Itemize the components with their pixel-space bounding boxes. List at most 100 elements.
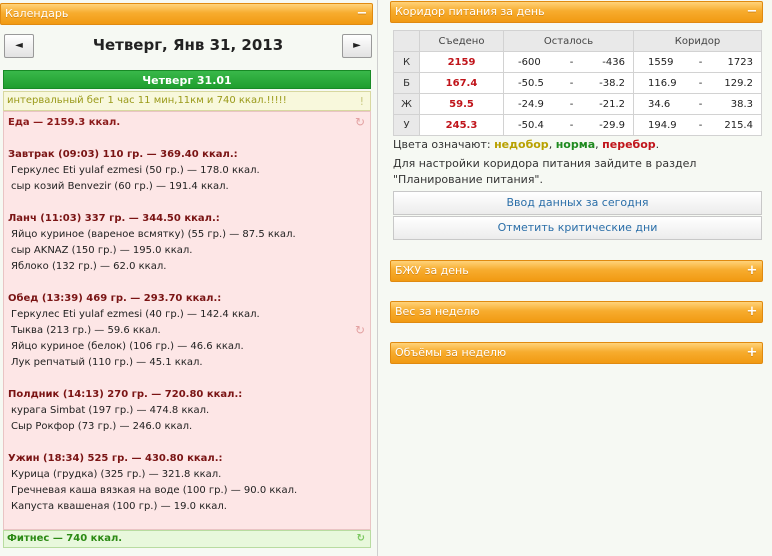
food-item: Тыква (213 гр.) — 59.6 ккал. (11, 325, 161, 336)
bju-panel-title: БЖУ за день (395, 264, 469, 277)
table-row: У 245.3 -50.4 - -29.9 194.9 - 215.4 (393, 114, 762, 136)
meal-heading: Ужин (18:34) 525 гр. — 430.80 ккал.: (8, 453, 223, 464)
next-day-button[interactable]: ► (342, 34, 372, 58)
refresh-icon[interactable]: ↻ (355, 115, 365, 129)
food-log[interactable]: ↻ ↻ Еда — 2159.3 ккал. Завтрак (09:03) 11… (3, 111, 371, 530)
bju-panel-header[interactable]: БЖУ за день + (390, 260, 763, 282)
meal-heading: Полдник (14:13) 270 гр. — 720.80 ккал.: (8, 389, 243, 400)
eaten-value: 59.5 (419, 93, 504, 115)
day-note[interactable]: интервальный бег 1 час 11 мин,11км и 740… (3, 91, 371, 111)
corridor-rows: К 2159 -600 - -436 1559 - 1723 Б 167.4 -50.5 - -38.2… (393, 51, 762, 136)
eaten-value: 167.4 (419, 72, 504, 94)
calendar-header[interactable]: Календарь − (0, 3, 373, 25)
exclamation-icon: ! (359, 95, 364, 108)
food-total: Еда — 2159.3 ккал. (8, 117, 121, 128)
remaining-range: -50.4 - -29.9 (503, 114, 634, 136)
fitness-bar[interactable]: Фитнес — 740 ккал. ↻ (3, 530, 371, 548)
table-row: Б 167.4 -50.5 - -38.2 116.9 - 129.2 (393, 72, 762, 94)
nutrient-label: К (393, 51, 420, 73)
food-item: сыр козий Benvezir (60 гр.) — 191.4 ккал… (11, 181, 229, 192)
food-item: Капуста квашеная (100 гр.) — 19.0 ккал. (11, 501, 227, 512)
corridor-table: Съедено Осталось Коридор К 2159 -600 - -436 1… (393, 30, 762, 136)
corridor-range: 194.9 - 215.4 (633, 114, 762, 136)
arrow-left-icon: ◄ (15, 40, 23, 51)
food-item: Яблоко (132 гр.) — 62.0 ккал. (11, 261, 167, 272)
legend-comma: , (548, 138, 553, 151)
weight-panel-title: Вес за неделю (395, 305, 480, 318)
food-item: Яйцо куриное (вареное всмятку) (55 гр.) … (11, 229, 296, 240)
volumes-panel-header[interactable]: Объёмы за неделю + (390, 342, 763, 364)
corridor-max: 215.4 (724, 119, 753, 131)
fitness-text: Фитнес — 740 ккал. (7, 533, 123, 544)
meal-heading: Ланч (11:03) 337 гр. — 344.50 ккал.: (8, 213, 220, 224)
remaining-range: -50.5 - -38.2 (503, 72, 634, 94)
eaten-value: 245.3 (419, 114, 504, 136)
column-divider (377, 0, 378, 556)
table-row: Ж 59.5 -24.9 - -21.2 34.6 - 38.3 (393, 93, 762, 115)
remaining-range: -24.9 - -21.2 (503, 93, 634, 115)
enter-today-data-button[interactable]: Ввод данных за сегодня (393, 191, 762, 215)
corridor-range: 116.9 - 129.2 (633, 72, 762, 94)
nutrient-label: Б (393, 72, 420, 94)
weight-panel-header[interactable]: Вес за неделю + (390, 301, 763, 323)
date-title: Четверг, Янв 31, 2013 (92, 36, 284, 54)
corridor-max: 1723 (727, 56, 753, 68)
legend-under: недобор (494, 138, 549, 151)
corridor-min: 1559 (648, 56, 674, 68)
corridor-min: 194.9 (648, 119, 677, 131)
remaining-max: -436 (602, 56, 625, 68)
range-dash: - (569, 56, 574, 68)
table-header-row: Съедено Осталось Коридор (393, 30, 762, 52)
calendar-header-title: Календарь (5, 7, 69, 20)
range-dash: - (569, 98, 574, 110)
corridor-hint: Для настройки коридора питания зайдите в… (393, 157, 697, 186)
calendar-panel: Календарь − ◄ Четверг, Янв 31, 2013 ► Че… (0, 0, 378, 556)
refresh-icon[interactable]: ↻ (355, 323, 365, 337)
range-dash: - (569, 119, 574, 131)
eaten-value: 2159 (419, 51, 504, 73)
prev-day-button[interactable]: ◄ (4, 34, 34, 58)
remaining-max: -29.9 (599, 119, 625, 131)
food-item: Курица (грудка) (325 гр.) — 321.8 ккал. (11, 469, 222, 480)
corridor-min: 116.9 (648, 77, 677, 89)
collapse-icon[interactable]: − (356, 7, 368, 20)
meal-heading: Обед (13:39) 469 гр. — 293.70 ккал.: (8, 293, 222, 304)
day-bar[interactable]: Четверг 31.01 (3, 70, 371, 89)
food-item: Яйцо куриное (белок) (106 гр.) — 46.6 кк… (11, 341, 244, 352)
range-dash: - (698, 77, 703, 89)
expand-icon[interactable]: + (746, 264, 758, 277)
remaining-min: -600 (518, 56, 541, 68)
table-row: К 2159 -600 - -436 1559 - 1723 (393, 51, 762, 73)
food-item: Сыр Рокфор (73 гр.) — 246.0 ккал. (11, 421, 193, 432)
range-dash: - (698, 119, 703, 131)
range-dash: - (698, 56, 703, 68)
legend-over: перебор (602, 138, 656, 151)
volumes-panel-title: Объёмы за неделю (395, 346, 507, 359)
corridor-header-title: Коридор питания за день (395, 5, 545, 18)
corridor-min: 34.6 (648, 98, 671, 110)
mark-critical-days-button[interactable]: Отметить критические дни (393, 216, 762, 240)
food-item: Геркулес Eti yulaf ezmesi (50 гр.) — 178… (11, 165, 260, 176)
refresh-icon[interactable]: ↻ (357, 531, 365, 547)
column-header: Коридор (633, 30, 762, 52)
nutrient-label: У (393, 114, 420, 136)
color-legend: Цвета означают: недобор, норма, перебор. (393, 138, 659, 151)
collapse-icon[interactable]: − (746, 5, 758, 18)
corridor-range: 34.6 - 38.3 (633, 93, 762, 115)
range-dash: - (569, 77, 574, 89)
remaining-min: -24.9 (518, 98, 544, 110)
column-header: Съедено (419, 30, 504, 52)
remaining-max: -21.2 (599, 98, 625, 110)
legend-prefix: Цвета означают: (393, 138, 491, 151)
expand-icon[interactable]: + (746, 346, 758, 359)
corridor-header[interactable]: Коридор питания за день − (390, 1, 763, 23)
food-item: курага Simbat (197 гр.) — 474.8 ккал. (11, 405, 210, 416)
day-note-text: интервальный бег 1 час 11 мин,11км и 740… (7, 95, 287, 106)
expand-icon[interactable]: + (746, 305, 758, 318)
remaining-max: -38.2 (599, 77, 625, 89)
remaining-min: -50.4 (518, 119, 544, 131)
